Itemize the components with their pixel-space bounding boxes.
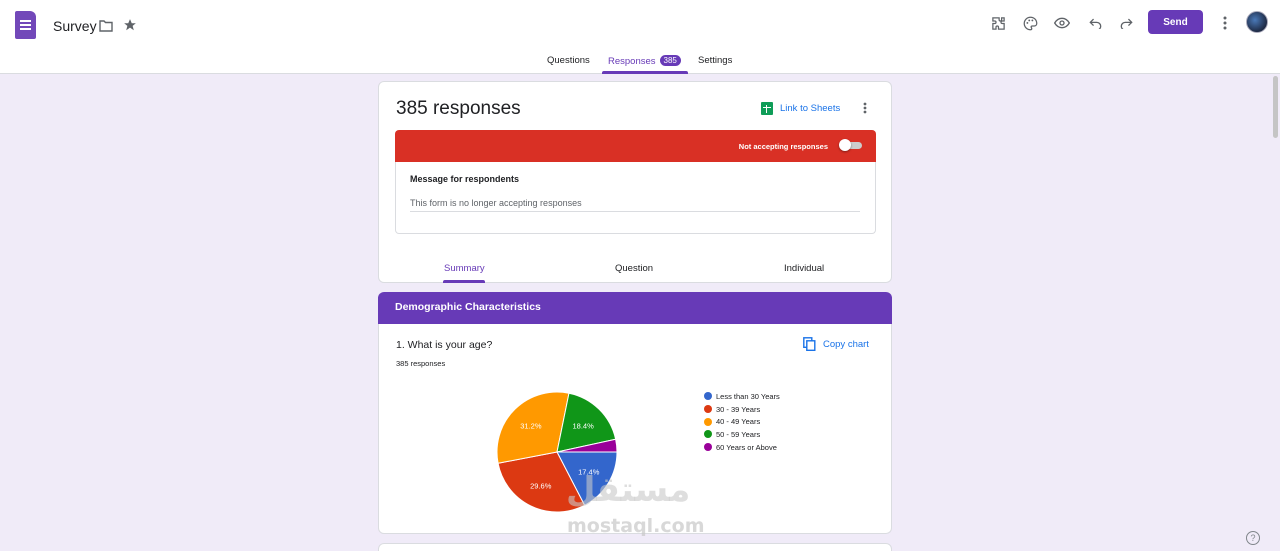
tab-responses[interactable]: Responses 385: [608, 55, 681, 67]
watermark-latin: mostaql.com: [567, 515, 705, 537]
tab-responses-label: Responses: [608, 56, 656, 67]
redo-icon[interactable]: [1117, 14, 1135, 32]
legend-swatch: [704, 405, 712, 414]
scrollbar-thumb[interactable]: [1273, 76, 1278, 138]
legend-label: 60 Years or Above: [716, 442, 777, 452]
responses-count-badge: 385: [659, 55, 681, 66]
legend-label: Less than 30 Years: [716, 391, 780, 401]
copy-chart-button[interactable]: Copy chart: [823, 339, 869, 350]
legend-swatch: [704, 443, 712, 452]
legend-item: 50 - 59 Years: [704, 428, 780, 441]
legend-item: 40 - 49 Years: [704, 415, 780, 428]
responses-summary-card: 385 responses Link to Sheets Not accepti…: [378, 81, 892, 283]
legend-label: 40 - 49 Years: [716, 417, 761, 427]
subtab-question[interactable]: Question: [615, 263, 653, 274]
tab-questions[interactable]: Questions: [547, 55, 590, 66]
accepting-responses-bar: Not accepting responses: [395, 130, 876, 162]
forms-logo-icon[interactable]: [15, 11, 36, 39]
legend-item: 30 - 39 Years: [704, 403, 780, 416]
question-title: 1. What is your age?: [396, 339, 493, 351]
message-label: Message for respondents: [410, 174, 520, 184]
copy-icon[interactable]: [803, 337, 817, 351]
more-vert-icon[interactable]: [1217, 14, 1233, 32]
avatar[interactable]: [1246, 11, 1268, 33]
accepting-responses-toggle[interactable]: [839, 139, 862, 151]
main-tabs: Questions Responses 385 Settings: [0, 52, 1280, 74]
legend-label: 50 - 59 Years: [716, 429, 761, 439]
send-button[interactable]: Send: [1148, 10, 1203, 34]
legend-label: 30 - 39 Years: [716, 404, 761, 414]
subtab-individual[interactable]: Individual: [784, 263, 824, 274]
link-to-sheets-button[interactable]: Link to Sheets: [780, 103, 840, 114]
folder-icon[interactable]: [98, 18, 114, 34]
toggle-knob: [839, 139, 851, 151]
subtab-summary[interactable]: Summary: [444, 263, 485, 274]
question-response-count: 385 responses: [396, 359, 446, 368]
pie-data-label: 31.2%: [520, 422, 542, 431]
help-icon[interactable]: ?: [1246, 531, 1260, 545]
next-question-card: [378, 543, 892, 551]
legend-item: 60 Years or Above: [704, 441, 780, 454]
legend-swatch: [704, 392, 712, 401]
star-icon[interactable]: [122, 17, 138, 33]
responses-count: 385 responses: [396, 98, 521, 119]
chart-legend: Less than 30 Years 30 - 39 Years 40 - 49 Y…: [704, 390, 780, 453]
form-title[interactable]: Survey: [53, 18, 97, 34]
legend-item: Less than 30 Years: [704, 390, 780, 403]
undo-icon[interactable]: [1086, 14, 1104, 32]
tab-questions-label: Questions: [547, 55, 590, 66]
palette-icon[interactable]: [1021, 14, 1039, 32]
preview-icon[interactable]: [1053, 14, 1071, 32]
pie-data-label: 29.6%: [530, 481, 552, 490]
respondent-message-box: Message for respondents This form is no …: [395, 162, 876, 234]
legend-swatch: [704, 430, 712, 439]
message-field[interactable]: This form is no longer accepting respons…: [410, 198, 860, 212]
tab-settings[interactable]: Settings: [698, 55, 732, 66]
top-app-bar: Survey Send Questions Responses 385 Setti…: [0, 0, 1280, 74]
section-header: Demographic Characteristics: [378, 292, 892, 324]
addon-icon[interactable]: [989, 14, 1007, 32]
legend-swatch: [704, 417, 712, 426]
section-title: Demographic Characteristics: [395, 301, 541, 313]
responses-more-icon[interactable]: [863, 101, 867, 117]
sheets-icon[interactable]: [761, 102, 773, 115]
active-subtab-indicator: [443, 280, 485, 283]
active-tab-indicator: [602, 71, 688, 74]
watermark-arabic: مستقل: [566, 470, 691, 510]
tab-settings-label: Settings: [698, 55, 733, 66]
accepting-responses-label: Not accepting responses: [738, 142, 828, 151]
pie-data-label: 18.4%: [572, 422, 594, 431]
